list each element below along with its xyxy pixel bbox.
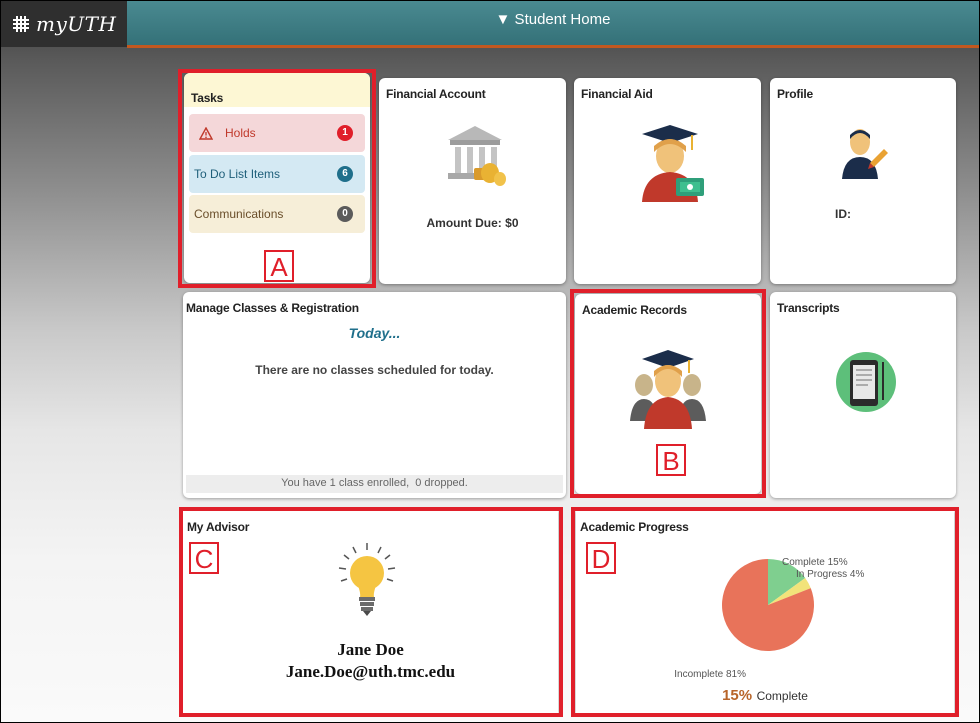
highlight-box-d xyxy=(571,507,959,717)
annotation-label-d: D xyxy=(586,542,616,574)
no-classes-message: There are no classes scheduled for today… xyxy=(255,363,494,377)
logo[interactable]: myUTH xyxy=(1,1,127,47)
nav-title-dropdown[interactable]: ▼ Student Home xyxy=(127,11,979,28)
profile-title: Profile xyxy=(777,87,813,101)
user-edit-icon xyxy=(842,129,888,179)
app-frame: myUTH ▼ Student Home Tasks Holds 1 To Do… xyxy=(0,0,980,723)
annotation-label-c: C xyxy=(189,542,219,574)
financial-account-tile[interactable]: Financial Account Amount Due: $0 xyxy=(379,78,566,284)
financial-aid-tile[interactable]: Financial Aid xyxy=(574,78,761,284)
uth-logo-icon xyxy=(13,16,29,32)
transcripts-title: Transcripts xyxy=(777,301,840,315)
graduate-money-icon xyxy=(642,125,704,202)
financial-account-title: Financial Account xyxy=(386,87,486,101)
enrollment-footer: You have 1 class enrolled, 0 dropped. xyxy=(186,475,563,493)
annotation-label-a: A xyxy=(264,250,294,282)
manage-classes-tile[interactable]: Manage Classes & Registration Today... T… xyxy=(183,292,566,498)
annotation-label-b: B xyxy=(656,444,686,476)
profile-id-label: ID: xyxy=(835,207,851,221)
enrollment-summary: You have 1 class enrolled, 0 dropped. xyxy=(281,477,468,489)
nav-banner: ▼ Student Home xyxy=(127,1,979,48)
today-heading: Today... xyxy=(348,325,401,341)
amount-due: Amount Due: $0 xyxy=(426,216,519,230)
app-name: myUTH xyxy=(36,12,117,36)
highlight-box-c xyxy=(179,507,563,717)
tablet-document-icon xyxy=(836,352,896,412)
financial-aid-title: Financial Aid xyxy=(581,87,653,101)
manage-classes-title: Manage Classes & Registration xyxy=(186,301,359,315)
profile-tile[interactable]: Profile ID: xyxy=(770,78,956,284)
bank-money-icon xyxy=(448,126,506,186)
transcripts-tile[interactable]: Transcripts xyxy=(770,292,956,498)
